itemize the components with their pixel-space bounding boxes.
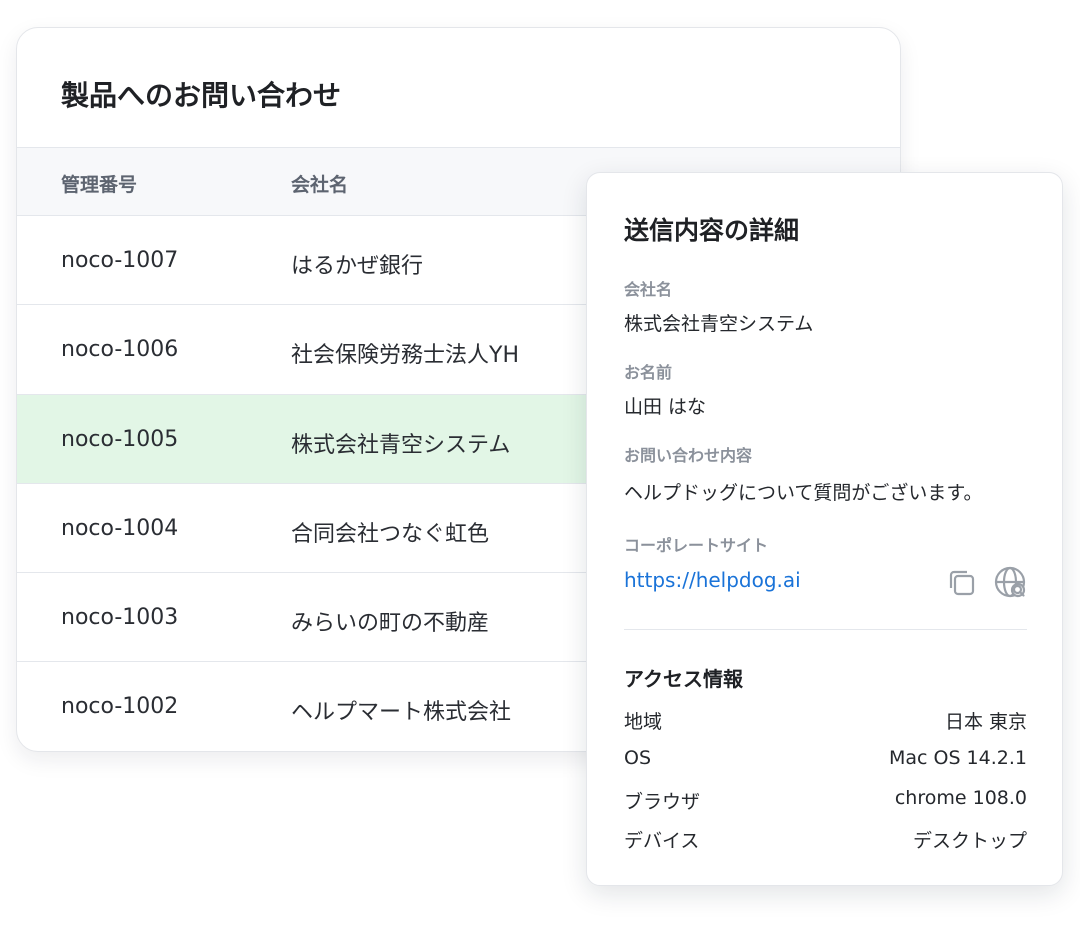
globe-search-icon — [994, 566, 1026, 598]
row-id: noco-1004 — [61, 515, 179, 541]
corporate-site-label: コーポレートサイト — [624, 536, 769, 555]
company-label: 会社名 — [624, 280, 673, 299]
access-value: Mac OS 14.2.1 — [888, 747, 1027, 769]
access-value: chrome 108.0 — [894, 787, 1027, 809]
access-key: OS — [624, 747, 652, 769]
row-id: noco-1007 — [61, 248, 179, 273]
access-info-title: アクセス情報 — [624, 667, 743, 691]
access-row-os: OS Mac OS 14.2.1 — [624, 747, 1027, 773]
access-row-browser: ブラウザ chrome 108.0 — [624, 787, 1027, 813]
access-value: デスクトップ — [912, 830, 1027, 852]
copy-button[interactable] — [944, 565, 980, 601]
column-header-company[interactable]: 会社名 — [291, 170, 348, 197]
row-id: noco-1006 — [61, 337, 179, 363]
access-key: デバイス — [624, 830, 700, 852]
inquiry-value: ヘルプドッグについて質問がございます。 — [624, 482, 983, 504]
row-company: ヘルプマート株式会社 — [291, 700, 512, 726]
row-company: 株式会社青空システム — [291, 432, 511, 458]
row-id: noco-1002 — [61, 694, 179, 720]
row-company: みらいの町の不動産 — [291, 611, 490, 637]
row-company: はるかぜ銀行 — [291, 254, 424, 279]
access-key: ブラウザ — [624, 791, 701, 813]
row-id: noco-1003 — [61, 605, 179, 631]
detail-title: 送信内容の詳細 — [624, 216, 800, 245]
column-header-id[interactable]: 管理番号 — [61, 170, 137, 197]
access-row-region: 地域 日本 東京 — [624, 707, 1027, 733]
corporate-site-link[interactable]: https://helpdog.ai — [624, 568, 801, 592]
inquiry-label: お問い合わせ内容 — [624, 446, 753, 465]
name-label: お名前 — [624, 363, 673, 382]
submission-detail-panel: 送信内容の詳細 会社名 株式会社青空システム お名前 山田 はな お問い合わせ内… — [586, 172, 1063, 886]
row-company: 合同会社つなぐ虹色 — [291, 521, 490, 547]
section-divider — [624, 629, 1027, 630]
row-id: noco-1005 — [61, 426, 179, 452]
copy-icon — [949, 570, 975, 596]
access-row-device: デバイス デスクトップ — [624, 826, 1027, 852]
open-site-button[interactable] — [993, 565, 1029, 601]
access-value: 日本 東京 — [944, 711, 1027, 733]
name-value: 山田 はな — [624, 396, 707, 418]
row-company: 社会保険労務士法人YH — [291, 343, 519, 369]
company-value: 株式会社青空システム — [624, 313, 814, 335]
stage: 製品へのお問い合わせ 管理番号 会社名 noco-1007 はるかぜ銀行 noc… — [0, 0, 1080, 928]
access-key: 地域 — [624, 711, 663, 733]
card-title: 製品へのお問い合わせ — [61, 79, 342, 112]
